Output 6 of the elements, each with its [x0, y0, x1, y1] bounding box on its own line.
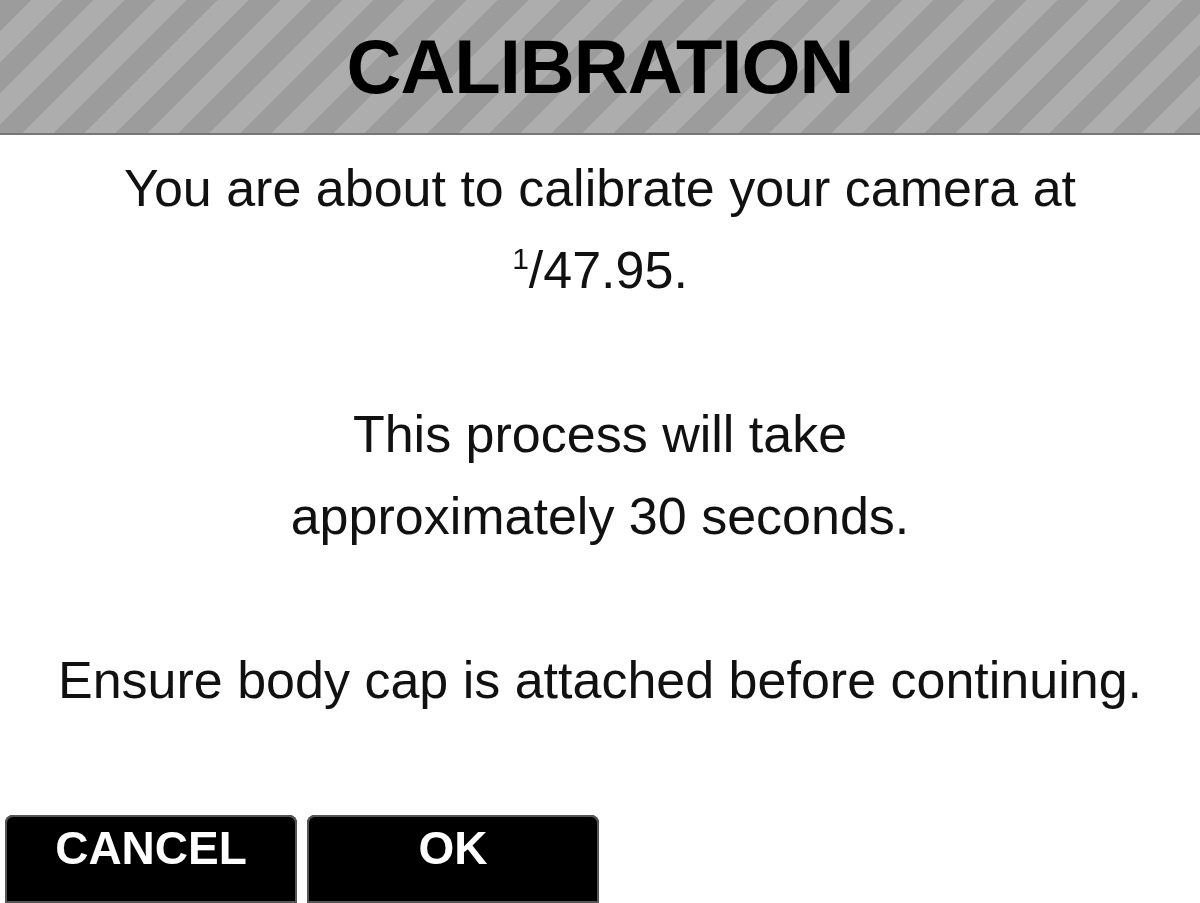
dialog-title: CALIBRATION: [346, 23, 854, 110]
message-text: You are about to calibrate your camera at $^{1}$/47.95.: [123, 158, 1077, 301]
message-text: This process will take approximately 30 seconds.: [289, 404, 911, 547]
ok-button[interactable]: OK: [307, 815, 599, 903]
cancel-button[interactable]: CANCEL: [5, 815, 297, 903]
message-text: Ensure body cap is attached before continuing.: [57, 650, 1143, 711]
